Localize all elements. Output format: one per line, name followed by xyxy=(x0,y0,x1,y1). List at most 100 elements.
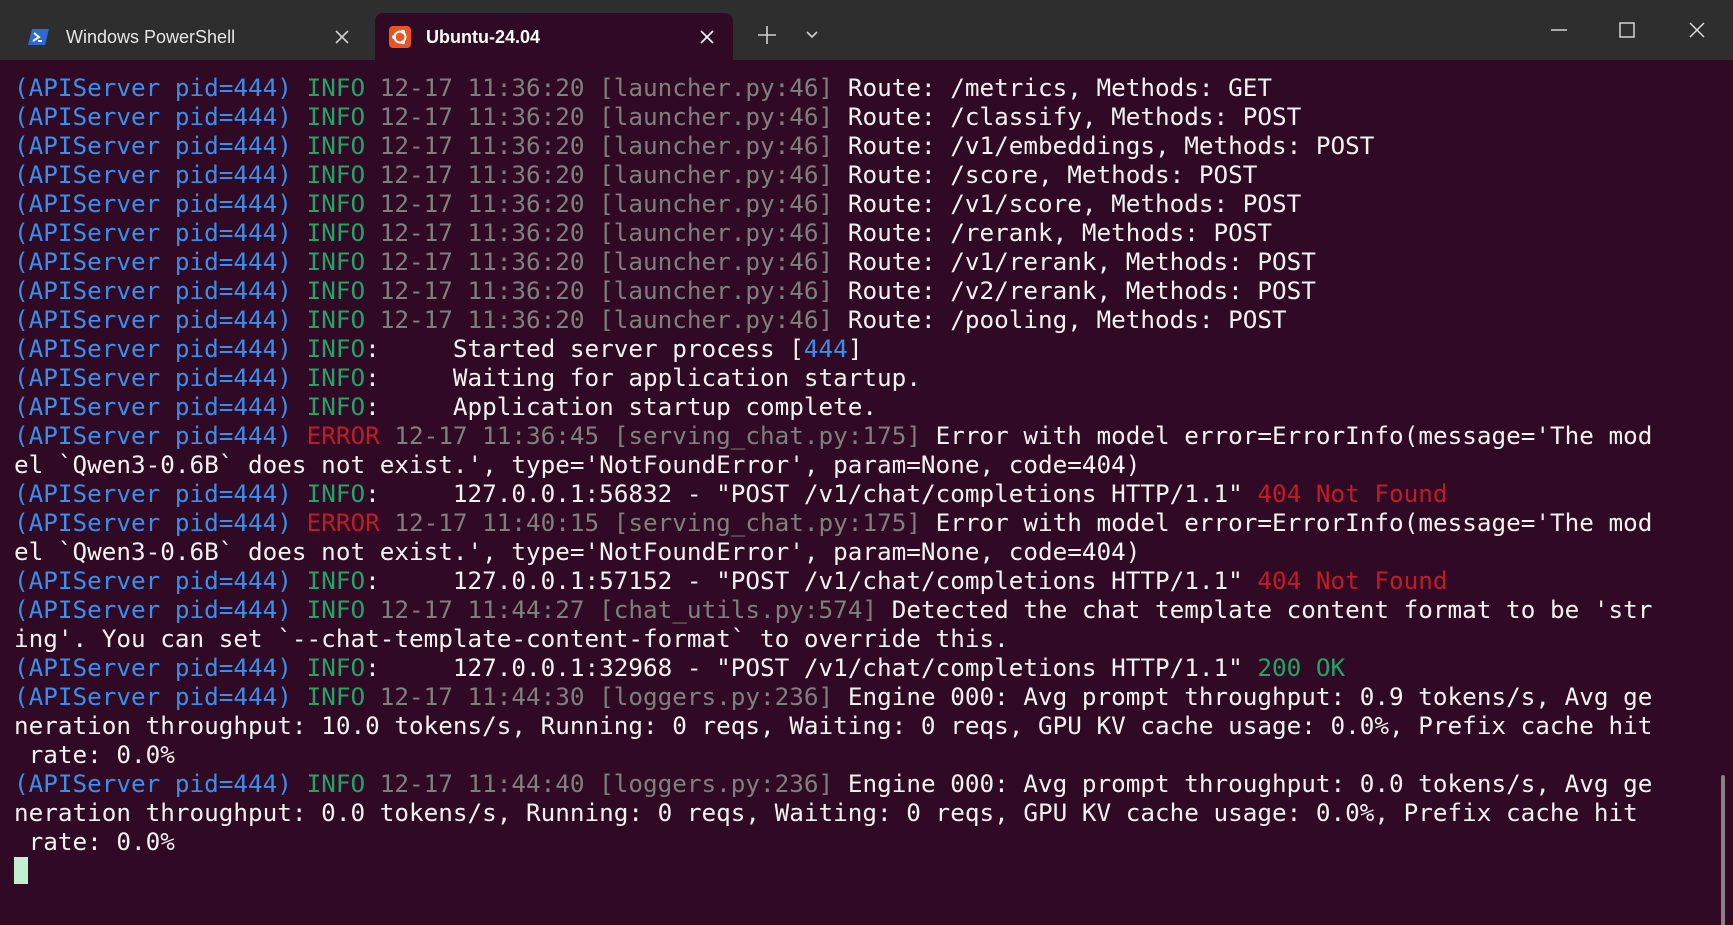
ubuntu-icon xyxy=(389,26,411,48)
terminal-segment: Engine 000: Avg prompt throughput: 0.9 t… xyxy=(847,682,1653,711)
title-bar: Windows PowerShell Ubuntu-24.04 xyxy=(0,0,1733,60)
terminal-segment: 12-17 11:44:40 [loggers.py:236] xyxy=(379,769,848,798)
terminal-segment: 12-17 11:36:20 [launcher.py:46] xyxy=(379,305,848,334)
terminal-segment: INFO xyxy=(306,334,366,363)
terminal-segment: INFO xyxy=(306,363,366,392)
terminal-segment: INFO xyxy=(306,595,380,624)
terminal-segment: (APIServer pid=444) xyxy=(14,102,307,131)
terminal-line: (APIServer pid=444) ERROR 12-17 11:40:15… xyxy=(14,508,1652,537)
terminal-segment: (APIServer pid=444) xyxy=(14,334,307,363)
terminal-line: el `Qwen3-0.6B` does not exist.', type='… xyxy=(14,450,1652,479)
terminal-segment: Route: /v1/score, Methods: POST xyxy=(847,189,1302,218)
terminal-segment: INFO xyxy=(306,131,380,160)
terminal-segment: INFO xyxy=(306,276,380,305)
terminal-segment: (APIServer pid=444) xyxy=(14,305,307,334)
tab-ubuntu[interactable]: Ubuntu-24.04 xyxy=(375,13,733,60)
terminal-output[interactable]: (APIServer pid=444) INFO 12-17 11:36:20 … xyxy=(0,60,1733,925)
terminal-line: (APIServer pid=444) INFO 12-17 11:36:20 … xyxy=(14,247,1652,276)
terminal-segment: : Started server process [ xyxy=(365,334,804,363)
terminal-line: (APIServer pid=444) ERROR 12-17 11:36:45… xyxy=(14,421,1652,450)
terminal-segment: (APIServer pid=444) xyxy=(14,508,307,537)
tab-label: Windows PowerShell xyxy=(66,27,236,47)
terminal-segment: 404 Not Found xyxy=(1257,479,1448,508)
terminal-segment: INFO xyxy=(306,73,380,102)
terminal-segment: (APIServer pid=444) xyxy=(14,189,307,218)
close-window-button[interactable] xyxy=(1663,0,1731,60)
terminal-segment: 12-17 11:36:20 [launcher.py:46] xyxy=(379,102,848,131)
terminal-segment: ERROR xyxy=(306,421,395,450)
terminal-segment: (APIServer pid=444) xyxy=(14,247,307,276)
terminal-segment: 404 Not Found xyxy=(1257,566,1448,595)
terminal-segment: (APIServer pid=444) xyxy=(14,276,307,305)
terminal-segment: el `Qwen3-0.6B` does not exist.', type='… xyxy=(14,450,1141,479)
terminal-segment: : Waiting for application startup. xyxy=(365,363,921,392)
terminal-line: (APIServer pid=444) INFO 12-17 11:36:20 … xyxy=(14,160,1652,189)
terminal-segment: 12-17 11:36:20 [launcher.py:46] xyxy=(379,189,848,218)
tab-dropdown-button[interactable] xyxy=(794,17,830,53)
terminal-segment: INFO xyxy=(306,218,380,247)
terminal-segment: : 127.0.0.1:56832 - "POST /v1/chat/compl… xyxy=(365,479,1258,508)
terminal-line: (APIServer pid=444) INFO 12-17 11:44:30 … xyxy=(14,682,1652,711)
terminal-line: (APIServer pid=444) INFO 12-17 11:44:27 … xyxy=(14,595,1652,624)
close-icon xyxy=(335,30,349,44)
terminal-segment: : 127.0.0.1:32968 - "POST /v1/chat/compl… xyxy=(365,653,1258,682)
terminal-segment: (APIServer pid=444) xyxy=(14,682,307,711)
tab-windows-powershell[interactable]: Windows PowerShell xyxy=(8,13,368,60)
terminal-segment: Route: /score, Methods: POST xyxy=(847,160,1258,189)
terminal-line: ing'. You can set `--chat-template-conte… xyxy=(14,624,1652,653)
terminal-line: (APIServer pid=444) INFO 12-17 11:36:20 … xyxy=(14,102,1652,131)
close-icon xyxy=(1689,22,1705,38)
terminal-segment: (APIServer pid=444) xyxy=(14,73,307,102)
terminal-line: (APIServer pid=444) INFO 12-17 11:36:20 … xyxy=(14,276,1652,305)
terminal-line: (APIServer pid=444) INFO 12-17 11:36:20 … xyxy=(14,131,1652,160)
chevron-down-icon xyxy=(806,31,818,39)
terminal-segment: (APIServer pid=444) xyxy=(14,421,307,450)
terminal-line: (APIServer pid=444) INFO: Application st… xyxy=(14,392,1652,421)
terminal-line: rate: 0.0% xyxy=(14,740,1652,769)
terminal-line: neration throughput: 10.0 tokens/s, Runn… xyxy=(14,711,1652,740)
terminal-segment: INFO xyxy=(306,160,380,189)
terminal-segment: Error with model error=ErrorInfo(message… xyxy=(935,508,1653,537)
terminal-segment: Route: /classify, Methods: POST xyxy=(847,102,1302,131)
terminal-line: (APIServer pid=444) INFO 12-17 11:44:40 … xyxy=(14,769,1652,798)
tab-label: Ubuntu-24.04 xyxy=(426,27,541,47)
terminal-segment: INFO xyxy=(306,247,380,276)
terminal-line: (APIServer pid=444) INFO 12-17 11:36:20 … xyxy=(14,218,1652,247)
terminal-segment: INFO xyxy=(306,102,380,131)
terminal-line: (APIServer pid=444) INFO 12-17 11:36:20 … xyxy=(14,305,1652,334)
terminal-segment: 12-17 11:40:15 [serving_chat.py:175] xyxy=(394,508,936,537)
terminal-segment: : Application startup complete. xyxy=(365,392,878,421)
terminal-segment: INFO xyxy=(306,392,366,421)
maximize-button[interactable] xyxy=(1593,0,1661,60)
text-cursor xyxy=(14,857,28,884)
terminal-segment: 12-17 11:36:20 [launcher.py:46] xyxy=(379,247,848,276)
terminal-segment: INFO xyxy=(306,653,366,682)
terminal-segment: neration throughput: 10.0 tokens/s, Runn… xyxy=(14,711,1653,740)
close-tab-button[interactable] xyxy=(328,23,356,51)
terminal-segment: Detected the chat template content forma… xyxy=(891,595,1653,624)
terminal-segment: (APIServer pid=444) xyxy=(14,769,307,798)
terminal-segment: ing'. You can set `--chat-template-conte… xyxy=(14,624,1009,653)
terminal-segment: 12-17 11:36:20 [launcher.py:46] xyxy=(379,276,848,305)
terminal-segment: neration throughput: 0.0 tokens/s, Runni… xyxy=(14,798,1638,827)
close-tab-button[interactable] xyxy=(693,23,721,51)
terminal-segment: 12-17 11:36:45 [serving_chat.py:175] xyxy=(394,421,936,450)
terminal-segment: Engine 000: Avg prompt throughput: 0.0 t… xyxy=(847,769,1653,798)
terminal-segment: 200 OK xyxy=(1257,653,1346,682)
terminal-segment: INFO xyxy=(306,682,380,711)
terminal-segment: ] xyxy=(847,334,863,363)
terminal-segment: (APIServer pid=444) xyxy=(14,363,307,392)
minimize-button[interactable] xyxy=(1525,0,1593,60)
terminal-text: (APIServer pid=444) INFO 12-17 11:36:20 … xyxy=(14,73,1652,885)
plus-icon xyxy=(758,26,776,44)
terminal-segment: rate: 0.0% xyxy=(14,827,175,856)
new-tab-button[interactable] xyxy=(749,17,785,53)
terminal-line: (APIServer pid=444) INFO: 127.0.0.1:5715… xyxy=(14,566,1652,595)
terminal-segment: Route: /rerank, Methods: POST xyxy=(847,218,1273,247)
terminal-segment: 12-17 11:36:20 [launcher.py:46] xyxy=(379,73,848,102)
terminal-segment: Route: /v1/embeddings, Methods: POST xyxy=(847,131,1375,160)
terminal-segment: (APIServer pid=444) xyxy=(14,479,307,508)
terminal-segment: Error with model error=ErrorInfo(message… xyxy=(935,421,1653,450)
terminal-segment: (APIServer pid=444) xyxy=(14,160,307,189)
scrollbar[interactable] xyxy=(1721,775,1725,925)
